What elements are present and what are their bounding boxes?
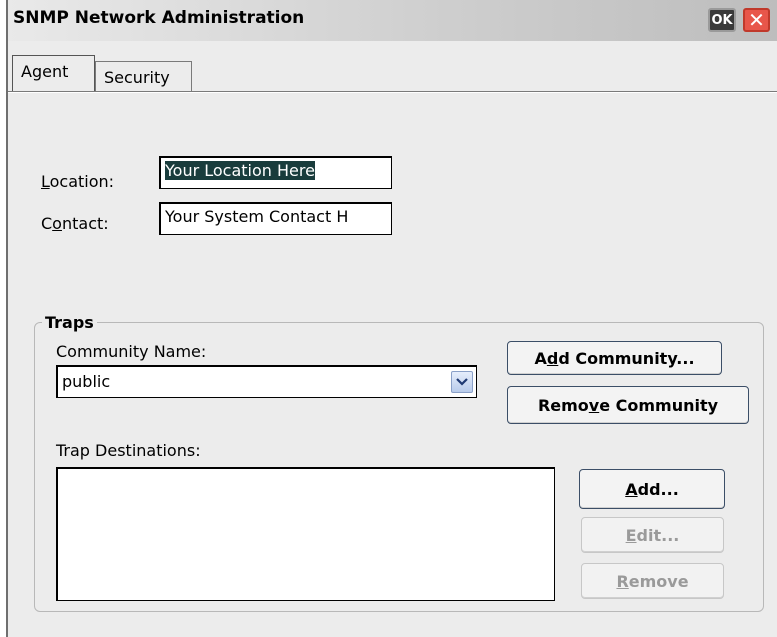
location-field[interactable]: Your Location Here [159,156,392,189]
contact-value: Your System Contact H [165,207,349,226]
title-bar: SNMP Network Administration OK ✕ [8,0,777,41]
community-name-value: public [62,372,111,391]
add-destination-button[interactable]: Add... [579,469,725,509]
trap-destinations-list[interactable] [56,467,555,601]
contact-label: Contact: [41,214,109,233]
community-name-combobox[interactable]: public [56,365,477,398]
location-label: Location: [41,172,115,191]
edit-destination-button[interactable]: Edit... [581,517,724,553]
chevron-down-icon[interactable] [451,371,473,393]
contact-field[interactable]: Your System Contact H [159,202,392,235]
remove-community-button[interactable]: Remo v e Community [507,386,749,424]
close-button[interactable]: ✕ [743,8,770,32]
location-value: Your Location Here [165,161,315,180]
trap-destinations-label: Trap Destinations: [56,441,201,460]
window-title: SNMP Network Administration [13,8,305,28]
remove-destination-button[interactable]: Remove [581,563,724,599]
ok-button[interactable]: OK [708,8,736,32]
community-name-label: Community Name: [56,342,207,361]
snmp-dialog: SNMP Network Administration OK ✕ Agent S… [6,0,777,637]
tab-agent[interactable]: Agent [12,55,95,91]
traps-legend: Traps [42,313,97,332]
add-community-button[interactable]: Add Community... [507,341,722,375]
tab-security[interactable]: Security [95,61,192,91]
